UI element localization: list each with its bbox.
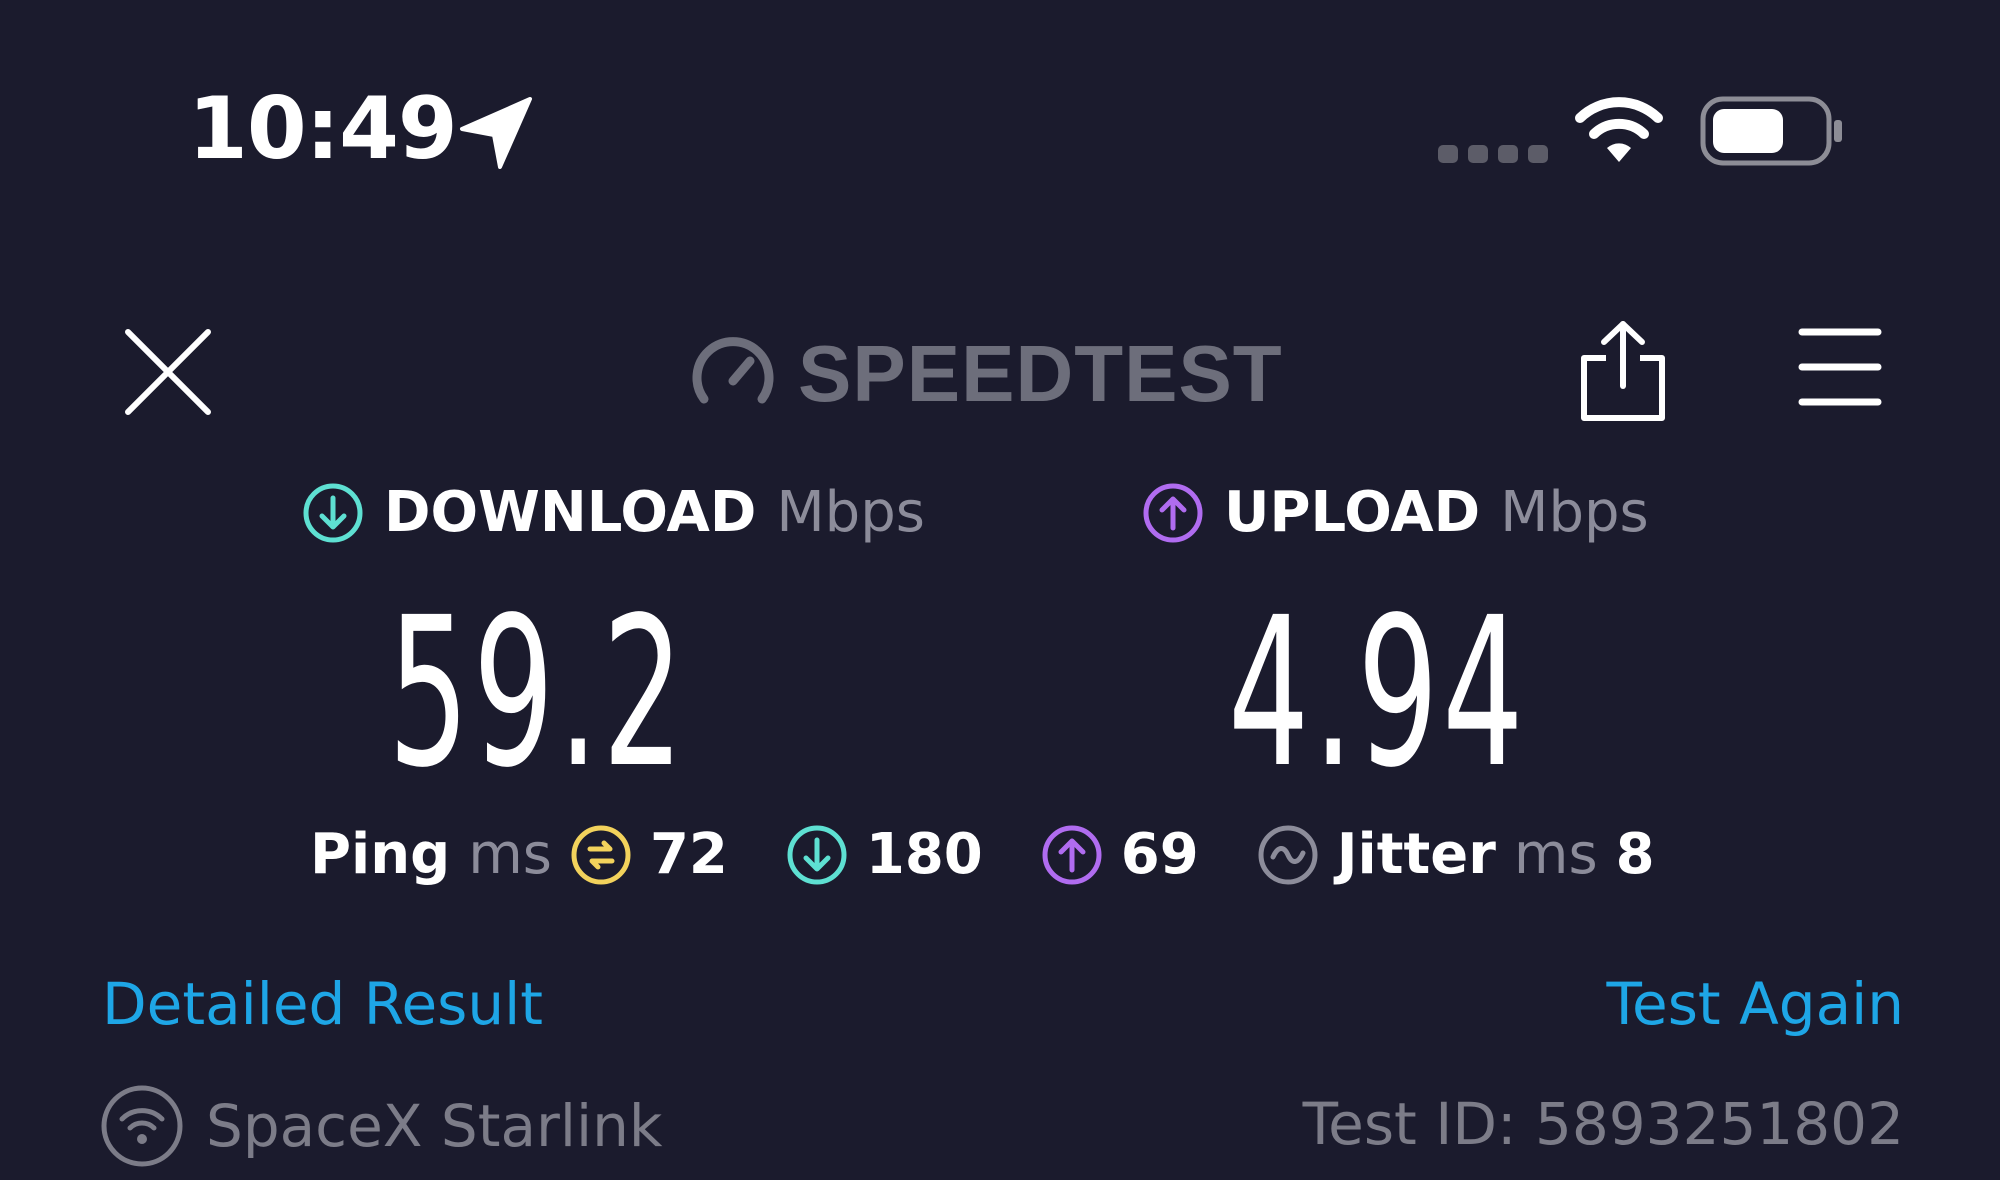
battery-icon <box>1700 96 1844 170</box>
logo-text: SPEEDTEST <box>798 329 1283 418</box>
test-id: Test ID: 5893251802 <box>1302 1090 1904 1158</box>
upload-label: UPLOAD <box>1224 480 1481 545</box>
jitter-value: 8 <box>1615 822 1655 887</box>
cellular-signal-icon <box>1438 145 1548 163</box>
ping-unit: ms <box>468 822 552 887</box>
download-arrow-icon <box>303 483 363 542</box>
share-icon <box>1581 321 1665 421</box>
speedometer-icon <box>692 337 774 404</box>
provider-info: SpaceX Starlink <box>100 1084 662 1168</box>
test-again-link[interactable]: Test Again <box>1606 970 1904 1038</box>
menu-button[interactable] <box>1798 326 1882 412</box>
close-icon <box>125 329 211 415</box>
ping-upload-icon <box>1042 825 1102 884</box>
ping-jitter-row: Ping ms 72 180 69 Jitter ms 8 <box>310 822 1655 887</box>
share-button[interactable] <box>1576 318 1670 426</box>
upload-header: UPLOAD Mbps <box>1142 480 1649 545</box>
detailed-result-link[interactable]: Detailed Result <box>102 970 543 1038</box>
speedtest-logo: SPEEDTEST <box>688 328 1283 420</box>
upload-arrow-icon <box>1143 483 1203 542</box>
ping-download-value: 180 <box>865 822 983 887</box>
download-header: DOWNLOAD Mbps <box>302 480 925 545</box>
hamburger-menu-icon <box>1798 328 1882 406</box>
jitter-unit: ms <box>1513 822 1598 887</box>
ping-upload-value: 69 <box>1120 822 1199 887</box>
status-time: 10:49 <box>188 79 458 179</box>
jitter-wave-icon <box>1258 825 1318 884</box>
wifi-circle-icon <box>101 1085 183 1167</box>
location-arrow-icon <box>458 95 534 175</box>
ping-idle-icon <box>571 825 631 884</box>
upload-unit: Mbps <box>1500 480 1649 545</box>
download-label: DOWNLOAD <box>384 480 757 545</box>
ping-idle-value: 72 <box>649 822 728 887</box>
ping-download-icon <box>787 825 847 884</box>
jitter-label: Jitter <box>1336 822 1496 887</box>
provider-name: SpaceX Starlink <box>206 1092 663 1160</box>
upload-value: 4.94 <box>1228 573 1528 813</box>
ping-label: Ping <box>310 822 451 887</box>
close-button[interactable] <box>118 322 218 422</box>
download-value: 59.2 <box>388 573 688 813</box>
wifi-icon <box>1574 96 1664 170</box>
download-unit: Mbps <box>776 480 925 545</box>
